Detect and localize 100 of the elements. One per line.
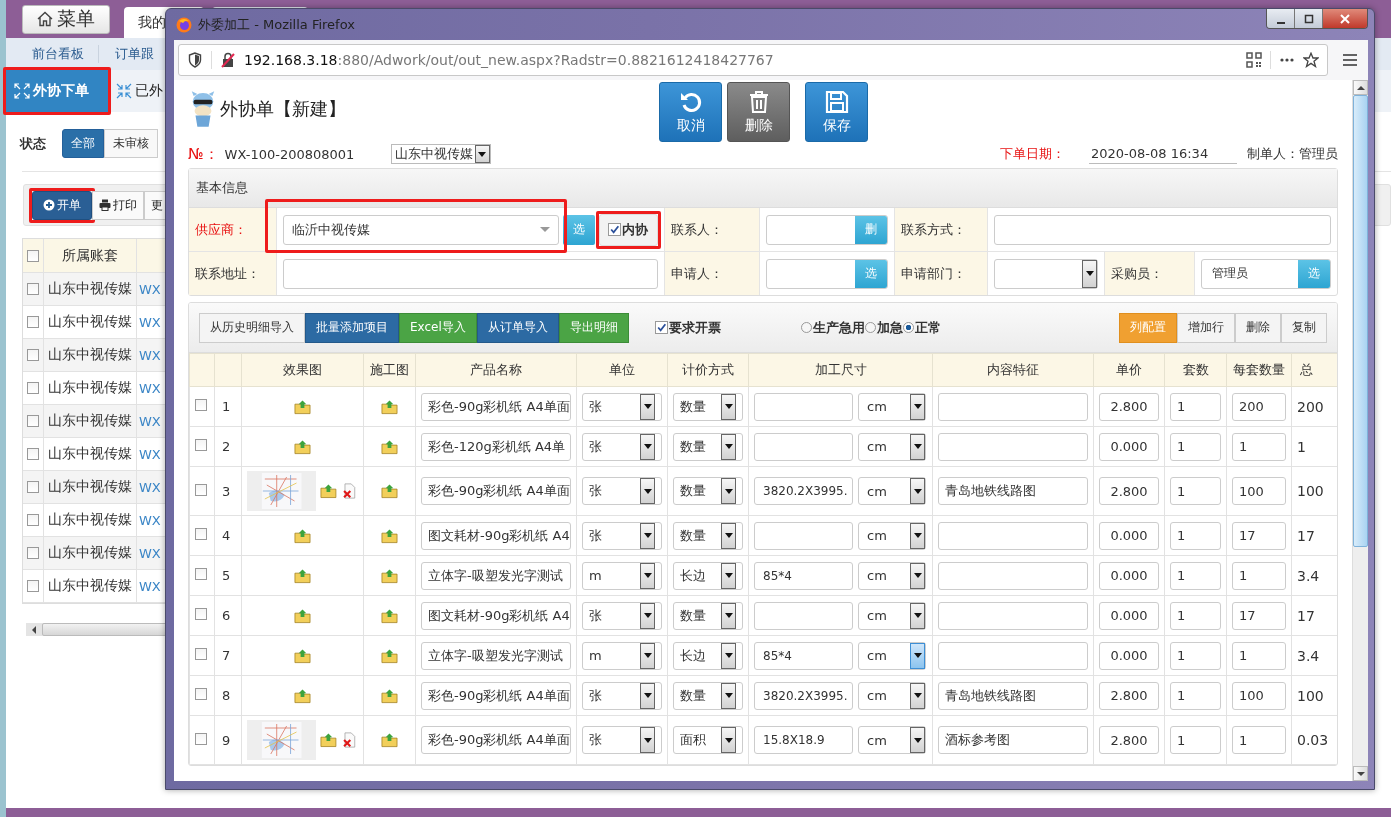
unit-select[interactable]: m xyxy=(582,641,662,670)
unit-select[interactable]: 张 xyxy=(582,681,662,710)
feature-field[interactable] xyxy=(938,432,1088,461)
product-name-field[interactable]: 彩色-90g彩机纸 A4单面 xyxy=(421,477,571,505)
product-name-field[interactable]: 彩色-90g彩机纸 A4单面 xyxy=(421,726,571,754)
import-button[interactable]: 批量添加项目 xyxy=(305,312,399,343)
row-checkbox[interactable] xyxy=(195,688,207,700)
upload-folder-icon[interactable] xyxy=(294,607,311,624)
pricing-select[interactable]: 数量 xyxy=(673,477,743,505)
size-unit-select[interactable]: cm xyxy=(858,477,926,505)
qr-code-icon[interactable] xyxy=(1246,52,1262,68)
product-name-field[interactable]: 彩色-120g彩机纸 A4单 xyxy=(421,432,571,461)
urgency-radio[interactable]: 生产急用 xyxy=(800,318,865,337)
contact-method-field[interactable] xyxy=(994,214,1331,245)
checkbox[interactable] xyxy=(27,580,39,592)
upload-folder-icon[interactable] xyxy=(381,732,398,749)
grid-action-button[interactable]: 复制 xyxy=(1281,312,1327,343)
maximize-button[interactable] xyxy=(1295,9,1323,28)
internal-checkbox[interactable]: 内协 xyxy=(599,213,658,246)
feature-field[interactable] xyxy=(938,641,1088,670)
department-select[interactable] xyxy=(994,258,1098,289)
menu-button[interactable]: 菜单 xyxy=(22,4,110,34)
size-unit-select[interactable]: cm xyxy=(858,392,926,421)
unit-select[interactable]: 张 xyxy=(582,601,662,630)
row-checkbox[interactable] xyxy=(195,483,207,496)
action-button[interactable]: 取消 xyxy=(659,82,722,142)
grid-action-button[interactable]: 删除 xyxy=(1235,312,1281,343)
row-checkbox[interactable] xyxy=(195,732,207,745)
shield-icon[interactable] xyxy=(187,52,203,68)
sets-field[interactable]: 1 xyxy=(1170,477,1221,505)
per-set-field[interactable]: 200 xyxy=(1232,392,1286,421)
menu-icon[interactable] xyxy=(1342,52,1358,68)
upload-folder-icon[interactable] xyxy=(381,483,398,500)
upload-folder-icon[interactable] xyxy=(381,567,398,584)
product-name-field[interactable]: 彩色-90g彩机纸 A4单面 xyxy=(421,681,571,710)
feature-field[interactable]: 青岛地铁线路图 xyxy=(938,681,1088,710)
sets-field[interactable]: 1 xyxy=(1170,601,1221,630)
upload-folder-icon[interactable] xyxy=(294,438,311,455)
product-name-field[interactable]: 立体字-吸塑发光字测试 xyxy=(421,561,571,590)
star-icon[interactable] xyxy=(1303,52,1319,68)
feature-field[interactable]: 酒标参考图 xyxy=(938,726,1088,754)
size-unit-select[interactable]: cm xyxy=(858,521,926,550)
sets-field[interactable]: 1 xyxy=(1170,681,1221,710)
row-checkbox[interactable] xyxy=(195,608,207,620)
toolbar-button[interactable]: 打印 xyxy=(92,190,144,220)
size-field[interactable]: 3820.2X3995. xyxy=(754,681,853,710)
insecure-lock-icon[interactable] xyxy=(220,52,236,68)
checkbox[interactable] xyxy=(27,514,39,526)
row-checkbox[interactable] xyxy=(195,439,207,451)
price-field[interactable]: 0.000 xyxy=(1099,601,1159,630)
size-unit-select[interactable]: cm xyxy=(858,561,926,590)
pricing-select[interactable]: 数量 xyxy=(673,681,743,710)
upload-folder-icon[interactable] xyxy=(381,438,398,455)
size-field[interactable] xyxy=(754,601,853,630)
size-unit-select[interactable]: cm xyxy=(858,601,926,630)
action-button[interactable]: 保存 xyxy=(805,82,868,142)
feature-field[interactable] xyxy=(938,601,1088,630)
nav-link[interactable]: 前台看板 xyxy=(26,45,99,63)
urgency-radio[interactable]: 加急 xyxy=(864,318,903,337)
checkbox[interactable] xyxy=(27,415,39,427)
per-set-field[interactable]: 17 xyxy=(1232,601,1286,630)
size-field[interactable]: 85*4 xyxy=(754,641,853,670)
row-checkbox[interactable] xyxy=(195,568,207,580)
product-name-field[interactable]: 彩色-90g彩机纸 A4单面 xyxy=(421,392,571,421)
pricing-select[interactable]: 数量 xyxy=(673,432,743,461)
order-date-field[interactable]: 2020-08-08 16:34 xyxy=(1089,144,1237,164)
upload-folder-icon[interactable] xyxy=(381,607,398,624)
delete-file-icon[interactable] xyxy=(341,483,358,499)
checkbox[interactable] xyxy=(27,316,39,328)
feature-field[interactable]: 青岛地铁线路图 xyxy=(938,477,1088,505)
size-field[interactable] xyxy=(754,392,853,421)
size-unit-select[interactable]: cm xyxy=(858,726,926,754)
invoice-checkbox[interactable]: 要求开票 xyxy=(654,318,721,337)
sets-field[interactable]: 1 xyxy=(1170,521,1221,550)
size-field[interactable] xyxy=(754,521,853,550)
action-button[interactable]: 删除 xyxy=(727,82,790,142)
unit-select[interactable]: 张 xyxy=(582,432,662,461)
price-field[interactable]: 0.000 xyxy=(1099,561,1159,590)
feature-field[interactable] xyxy=(938,561,1088,590)
feature-field[interactable] xyxy=(938,392,1088,421)
sets-field[interactable]: 1 xyxy=(1170,561,1221,590)
upload-folder-icon[interactable] xyxy=(381,527,398,544)
grid-action-button[interactable]: 增加行 xyxy=(1177,312,1235,343)
product-name-field[interactable]: 立体字-吸塑发光字测试 xyxy=(421,641,571,670)
sets-field[interactable]: 1 xyxy=(1170,641,1221,670)
pricing-select[interactable]: 面积 xyxy=(673,726,743,754)
price-field[interactable]: 0.000 xyxy=(1099,641,1159,670)
status-filter-button[interactable]: 全部 xyxy=(62,129,104,158)
per-set-field[interactable]: 17 xyxy=(1232,521,1286,550)
checkbox[interactable] xyxy=(27,382,39,394)
url-text[interactable]: 192.168.3.18:880/Adwork/out/out_new.aspx?Radstr=0.8821612418427767 xyxy=(244,52,774,68)
checkbox[interactable] xyxy=(27,349,39,361)
size-field[interactable]: 15.8X18.9 xyxy=(754,726,853,754)
supplier-select[interactable]: 临沂中视传媒 xyxy=(283,214,559,245)
upload-folder-icon[interactable] xyxy=(320,483,338,499)
delete-file-icon[interactable] xyxy=(341,732,358,748)
pricing-select[interactable]: 数量 xyxy=(673,521,743,550)
checkbox[interactable] xyxy=(27,481,39,493)
row-checkbox[interactable] xyxy=(195,648,207,660)
row-checkbox[interactable] xyxy=(195,399,207,411)
